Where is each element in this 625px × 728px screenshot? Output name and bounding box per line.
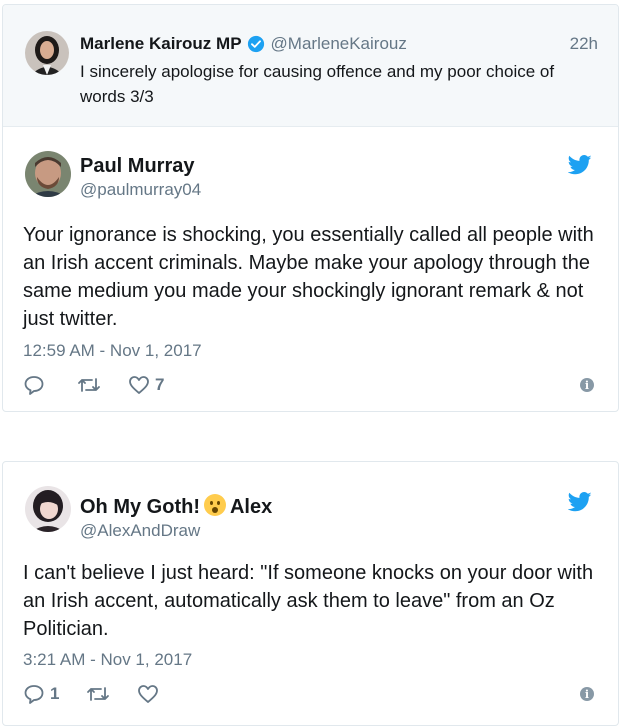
astonished-face-emoji-icon [203,494,226,516]
parent-tweet[interactable]: Marlene Kairouz MP @MarleneKairouz 22h I… [3,5,618,127]
author-handle[interactable]: @paulmurray04 [80,179,201,201]
tweet-text: Your ignorance is shocking, you essentia… [23,224,594,330]
reply-count: 1 [50,684,60,703]
heart-icon [138,685,159,703]
twitter-bird-icon[interactable] [568,155,592,175]
like-button[interactable] [137,683,164,705]
retweet-button[interactable] [85,683,111,705]
reply-button[interactable]: 1 [23,683,59,705]
tweet-timestamp[interactable]: 3:21 AM - Nov 1, 2017 [23,649,192,671]
author-name[interactable]: Paul Murray [80,154,194,178]
reply-icon [24,376,44,395]
tweet-actions: 7 i [23,373,594,397]
author-handle[interactable]: @MarleneKairouz [271,33,407,55]
like-count: 7 [155,375,165,394]
tweet-card-2: Oh My Goth! Alex @AlexAndDraw I can't bel… [2,461,619,726]
author-name[interactable]: Oh My Goth! Alex [80,494,272,519]
retweet-button[interactable] [76,374,102,396]
avatar[interactable] [25,151,71,197]
author-name[interactable]: Marlene Kairouz MP [80,33,242,55]
tweet-actions: 1 i [23,682,594,706]
tweet-time[interactable]: 22h [570,33,598,55]
avatar[interactable] [25,486,71,532]
info-icon[interactable]: i [580,687,594,701]
author-name-part2: Alex [229,496,273,518]
author-handle[interactable]: @AlexAndDraw [80,520,200,542]
verified-badge-icon [247,35,264,53]
heart-icon [129,376,149,394]
tweet-timestamp[interactable]: 12:59 AM - Nov 1, 2017 [23,340,202,362]
tweet-card-1: Marlene Kairouz MP @MarleneKairouz 22h I… [2,4,619,412]
reply-button[interactable] [23,374,50,396]
info-icon[interactable]: i [580,378,594,392]
twitter-bird-icon[interactable] [568,492,592,512]
like-button[interactable]: 7 [128,374,164,396]
retweet-icon [78,378,100,392]
retweet-icon [87,687,110,701]
avatar[interactable] [25,31,69,75]
reply-icon [24,685,44,704]
tweet-text: I sincerely apologise for causing offenc… [80,62,555,106]
author-name-part1: Oh My Goth! [80,496,200,518]
tweet-text: I can't believe I just heard: "If someon… [23,562,594,640]
